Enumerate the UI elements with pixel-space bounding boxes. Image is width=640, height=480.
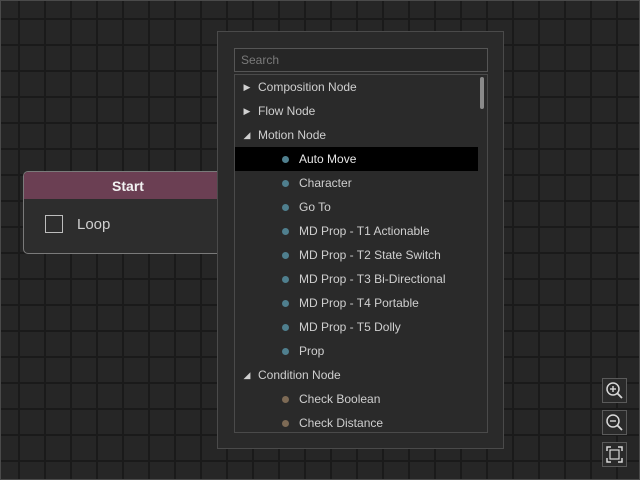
fit-view-button[interactable] bbox=[602, 442, 627, 467]
collapsed-arrow-icon[interactable]: ▶ bbox=[241, 82, 253, 93]
collapsed-arrow-icon[interactable]: ▶ bbox=[241, 106, 253, 117]
zoom-in-icon bbox=[606, 382, 623, 399]
search-input[interactable] bbox=[234, 48, 488, 72]
category-label: Motion Node bbox=[258, 128, 327, 142]
node-dot-icon bbox=[282, 275, 289, 283]
node-dot-icon bbox=[282, 395, 289, 403]
node-type-label: Check Boolean bbox=[299, 392, 381, 406]
category-row[interactable]: ◢ Condition Node bbox=[235, 363, 478, 387]
node-dot-icon bbox=[282, 347, 289, 355]
node-list[interactable]: ▶ Composition Node ▶ Flow Node ◢ Motion Node A… bbox=[234, 74, 488, 433]
node-dot-icon bbox=[282, 227, 289, 235]
node-type-item[interactable]: Auto Move bbox=[235, 147, 478, 171]
category-label: Flow Node bbox=[258, 104, 316, 118]
fit-view-icon bbox=[606, 446, 623, 463]
node-type-item[interactable]: Check Boolean bbox=[235, 387, 478, 411]
node-type-item[interactable]: MD Prop - T1 Actionable bbox=[235, 219, 478, 243]
node-dot-icon bbox=[282, 299, 289, 307]
list-scrollbar[interactable] bbox=[480, 77, 484, 109]
node-type-label: Check Distance bbox=[299, 416, 384, 430]
node-type-label: Go To bbox=[299, 200, 331, 214]
node-type-item[interactable]: MD Prop - T3 Bi-Directional bbox=[235, 267, 478, 291]
node-type-item[interactable]: Character bbox=[235, 171, 478, 195]
node-type-item[interactable]: MD Prop - T5 Dolly bbox=[235, 315, 478, 339]
node-type-label: Prop bbox=[299, 344, 325, 358]
start-node[interactable]: Start Loop bbox=[23, 171, 233, 254]
node-type-label: MD Prop - T3 Bi-Directional bbox=[299, 272, 446, 286]
start-node-header[interactable]: Start bbox=[24, 172, 232, 199]
node-type-label: MD Prop - T5 Dolly bbox=[299, 320, 401, 334]
category-label: Composition Node bbox=[258, 80, 357, 94]
category-row[interactable]: ◢ Motion Node bbox=[235, 123, 478, 147]
node-type-label: MD Prop - T4 Portable bbox=[299, 296, 419, 310]
node-type-label: MD Prop - T2 State Switch bbox=[299, 248, 441, 262]
category-label: Condition Node bbox=[258, 368, 341, 382]
expanded-arrow-icon[interactable]: ◢ bbox=[241, 130, 253, 141]
node-type-item[interactable]: Go To bbox=[235, 195, 478, 219]
zoom-in-button[interactable] bbox=[602, 378, 627, 403]
zoom-out-icon bbox=[606, 414, 623, 431]
add-node-popup: ▶ Composition Node ▶ Flow Node ◢ Motion Node A… bbox=[217, 31, 504, 449]
node-type-item[interactable]: Prop bbox=[235, 339, 478, 363]
node-dot-icon bbox=[282, 179, 289, 187]
category-row[interactable]: ▶ Composition Node bbox=[235, 75, 478, 99]
start-node-title: Start bbox=[112, 177, 144, 194]
node-dot-icon bbox=[282, 155, 289, 163]
category-row[interactable]: ▶ Flow Node bbox=[235, 99, 478, 123]
loop-label: Loop bbox=[77, 215, 111, 233]
node-dot-icon bbox=[282, 323, 289, 331]
node-type-label: Character bbox=[299, 176, 352, 190]
node-type-label: Auto Move bbox=[299, 152, 357, 166]
loop-checkbox[interactable] bbox=[45, 215, 63, 233]
node-type-item[interactable]: Check Distance bbox=[235, 411, 478, 432]
node-dot-icon bbox=[282, 251, 289, 259]
node-type-label: MD Prop - T1 Actionable bbox=[299, 224, 430, 238]
node-type-item[interactable]: MD Prop - T4 Portable bbox=[235, 291, 478, 315]
expanded-arrow-icon[interactable]: ◢ bbox=[241, 370, 253, 381]
node-dot-icon bbox=[282, 203, 289, 211]
node-type-item[interactable]: MD Prop - T2 State Switch bbox=[235, 243, 478, 267]
node-dot-icon bbox=[282, 419, 289, 427]
zoom-out-button[interactable] bbox=[602, 410, 627, 435]
